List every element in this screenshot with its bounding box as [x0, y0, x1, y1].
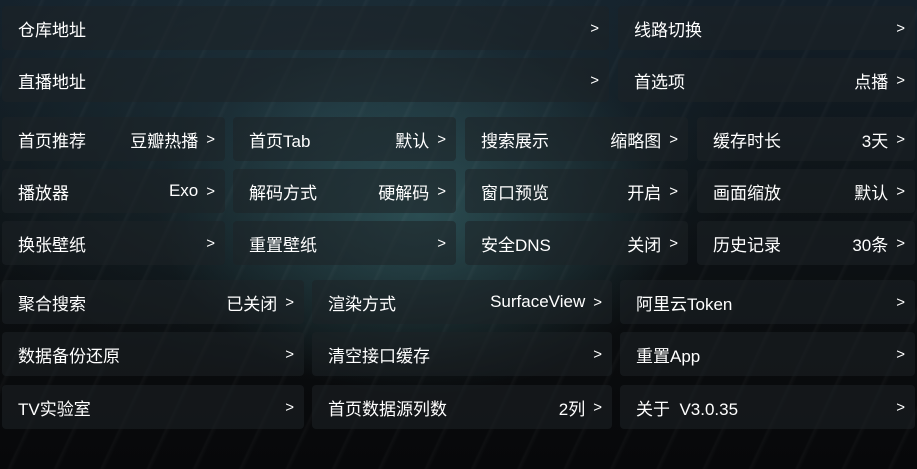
settings-row: 首页推荐 豆瓣热播 > 首页Tab 默认 > 搜索展示 缩略图 > 缓存时长 3…: [0, 117, 917, 161]
settings-row: 播放器 Exo > 解码方式 硬解码 > 窗口预览 开启 > 画面缩放 默认 >: [0, 169, 917, 213]
setting-value: 开启: [627, 183, 662, 203]
setting-value: 点播: [854, 72, 889, 92]
setting-home-tab[interactable]: 首页Tab 默认 >: [233, 117, 456, 161]
setting-label: 聚合搜索: [18, 294, 86, 314]
setting-value: 2列: [558, 399, 586, 419]
setting-value: 缩略图: [610, 131, 662, 151]
settings-row: 聚合搜索 已关闭 > 渲染方式 SurfaceView > 阿里云Token >: [0, 280, 917, 324]
chevron-right-icon: >: [593, 398, 602, 416]
setting-label: 仓库地址: [18, 20, 86, 40]
setting-label: 清空接口缓存: [328, 346, 430, 366]
setting-about[interactable]: 关于 V3.0.35 >: [620, 385, 915, 429]
chevron-right-icon: >: [896, 345, 905, 363]
chevron-right-icon: >: [669, 182, 678, 200]
setting-search-display[interactable]: 搜索展示 缩略图 >: [465, 117, 688, 161]
chevron-right-icon: >: [896, 398, 905, 416]
setting-label: 阿里云Token: [636, 294, 733, 314]
chevron-right-icon: >: [206, 182, 215, 200]
chevron-right-icon: >: [896, 293, 905, 311]
chevron-right-icon: >: [285, 345, 294, 363]
chevron-right-icon: >: [896, 19, 905, 37]
setting-tv-lab[interactable]: TV实验室 >: [2, 385, 304, 429]
chevron-right-icon: >: [896, 130, 905, 148]
setting-live-url[interactable]: 直播地址 >: [2, 58, 609, 102]
setting-value: 30条: [852, 235, 889, 255]
setting-label: 渲染方式: [328, 294, 396, 314]
setting-label: TV实验室: [18, 399, 91, 419]
setting-value: 硬解码: [378, 183, 430, 203]
chevron-right-icon: >: [206, 130, 215, 148]
setting-reset-app[interactable]: 重置App >: [620, 332, 915, 376]
setting-backup-restore[interactable]: 数据备份还原 >: [2, 332, 304, 376]
setting-value: 默认: [854, 183, 889, 203]
setting-label: 首页数据源列数: [328, 399, 447, 419]
chevron-right-icon: >: [590, 71, 599, 89]
chevron-right-icon: >: [896, 182, 905, 200]
chevron-right-icon: >: [437, 182, 446, 200]
chevron-right-icon: >: [437, 234, 446, 252]
setting-label: 安全DNS: [481, 235, 551, 255]
chevron-right-icon: >: [593, 293, 602, 311]
setting-home-source-columns[interactable]: 首页数据源列数 2列 >: [312, 385, 612, 429]
settings-row: 换张壁纸 > 重置壁纸 > 安全DNS 关闭 > 历史记录 30条 >: [0, 221, 917, 265]
settings-row: 数据备份还原 > 清空接口缓存 > 重置App >: [0, 332, 917, 376]
setting-value: 关闭: [627, 235, 662, 255]
chevron-right-icon: >: [669, 130, 678, 148]
setting-label: 窗口预览: [481, 183, 549, 203]
setting-label: 线路切换: [634, 20, 702, 40]
setting-window-preview[interactable]: 窗口预览 开启 >: [465, 169, 688, 213]
setting-route-switch[interactable]: 线路切换 >: [618, 6, 915, 50]
setting-value: 豆瓣热播: [130, 131, 199, 151]
setting-picture-scale[interactable]: 画面缩放 默认 >: [697, 169, 915, 213]
setting-player[interactable]: 播放器 Exo >: [2, 169, 225, 213]
chevron-right-icon: >: [896, 71, 905, 89]
setting-label: 关于 V3.0.35: [636, 399, 739, 419]
chevron-right-icon: >: [437, 130, 446, 148]
setting-label: 搜索展示: [481, 131, 549, 151]
setting-label: 直播地址: [18, 72, 86, 92]
chevron-right-icon: >: [593, 345, 602, 363]
setting-value: SurfaceView: [490, 292, 586, 311]
setting-value: 已关闭: [226, 294, 278, 314]
setting-aggregate-search[interactable]: 聚合搜索 已关闭 >: [2, 280, 304, 324]
setting-label: 重置App: [636, 346, 701, 366]
setting-label: 解码方式: [249, 183, 317, 203]
setting-label: 换张壁纸: [18, 235, 86, 255]
setting-clear-api-cache[interactable]: 清空接口缓存 >: [312, 332, 612, 376]
setting-label: 数据备份还原: [18, 346, 120, 366]
setting-change-wallpaper[interactable]: 换张壁纸 >: [2, 221, 225, 265]
setting-preference[interactable]: 首选项 点播 >: [618, 58, 915, 102]
setting-value: Exo: [168, 181, 199, 200]
settings-row: TV实验室 > 首页数据源列数 2列 > 关于 V3.0.35 >: [0, 385, 917, 429]
settings-row: 直播地址 > 首选项 点播 >: [0, 58, 917, 102]
setting-value: 3天: [861, 131, 889, 151]
setting-home-recommend[interactable]: 首页推荐 豆瓣热播 >: [2, 117, 225, 161]
setting-label: 画面缩放: [713, 183, 781, 203]
setting-decode-mode[interactable]: 解码方式 硬解码 >: [233, 169, 456, 213]
setting-label: 播放器: [18, 183, 69, 203]
setting-label: 缓存时长: [713, 131, 781, 151]
setting-label: 历史记录: [713, 235, 781, 255]
chevron-right-icon: >: [285, 398, 294, 416]
chevron-right-icon: >: [669, 234, 678, 252]
setting-reset-wallpaper[interactable]: 重置壁纸 >: [233, 221, 456, 265]
setting-render-mode[interactable]: 渲染方式 SurfaceView >: [312, 280, 612, 324]
setting-cache-duration[interactable]: 缓存时长 3天 >: [697, 117, 915, 161]
setting-repo-url[interactable]: 仓库地址 >: [2, 6, 609, 50]
settings-row: 仓库地址 > 线路切换 >: [0, 6, 917, 50]
chevron-right-icon: >: [206, 234, 215, 252]
chevron-right-icon: >: [590, 19, 599, 37]
setting-value: 默认: [395, 131, 430, 151]
chevron-right-icon: >: [285, 293, 294, 311]
setting-label: 首页Tab: [249, 131, 311, 151]
setting-secure-dns[interactable]: 安全DNS 关闭 >: [465, 221, 688, 265]
setting-label: 重置壁纸: [249, 235, 317, 255]
chevron-right-icon: >: [896, 234, 905, 252]
setting-label: 首选项: [634, 72, 685, 92]
setting-history[interactable]: 历史记录 30条 >: [697, 221, 915, 265]
setting-label: 首页推荐: [18, 131, 86, 151]
setting-aliyun-token[interactable]: 阿里云Token >: [620, 280, 915, 324]
